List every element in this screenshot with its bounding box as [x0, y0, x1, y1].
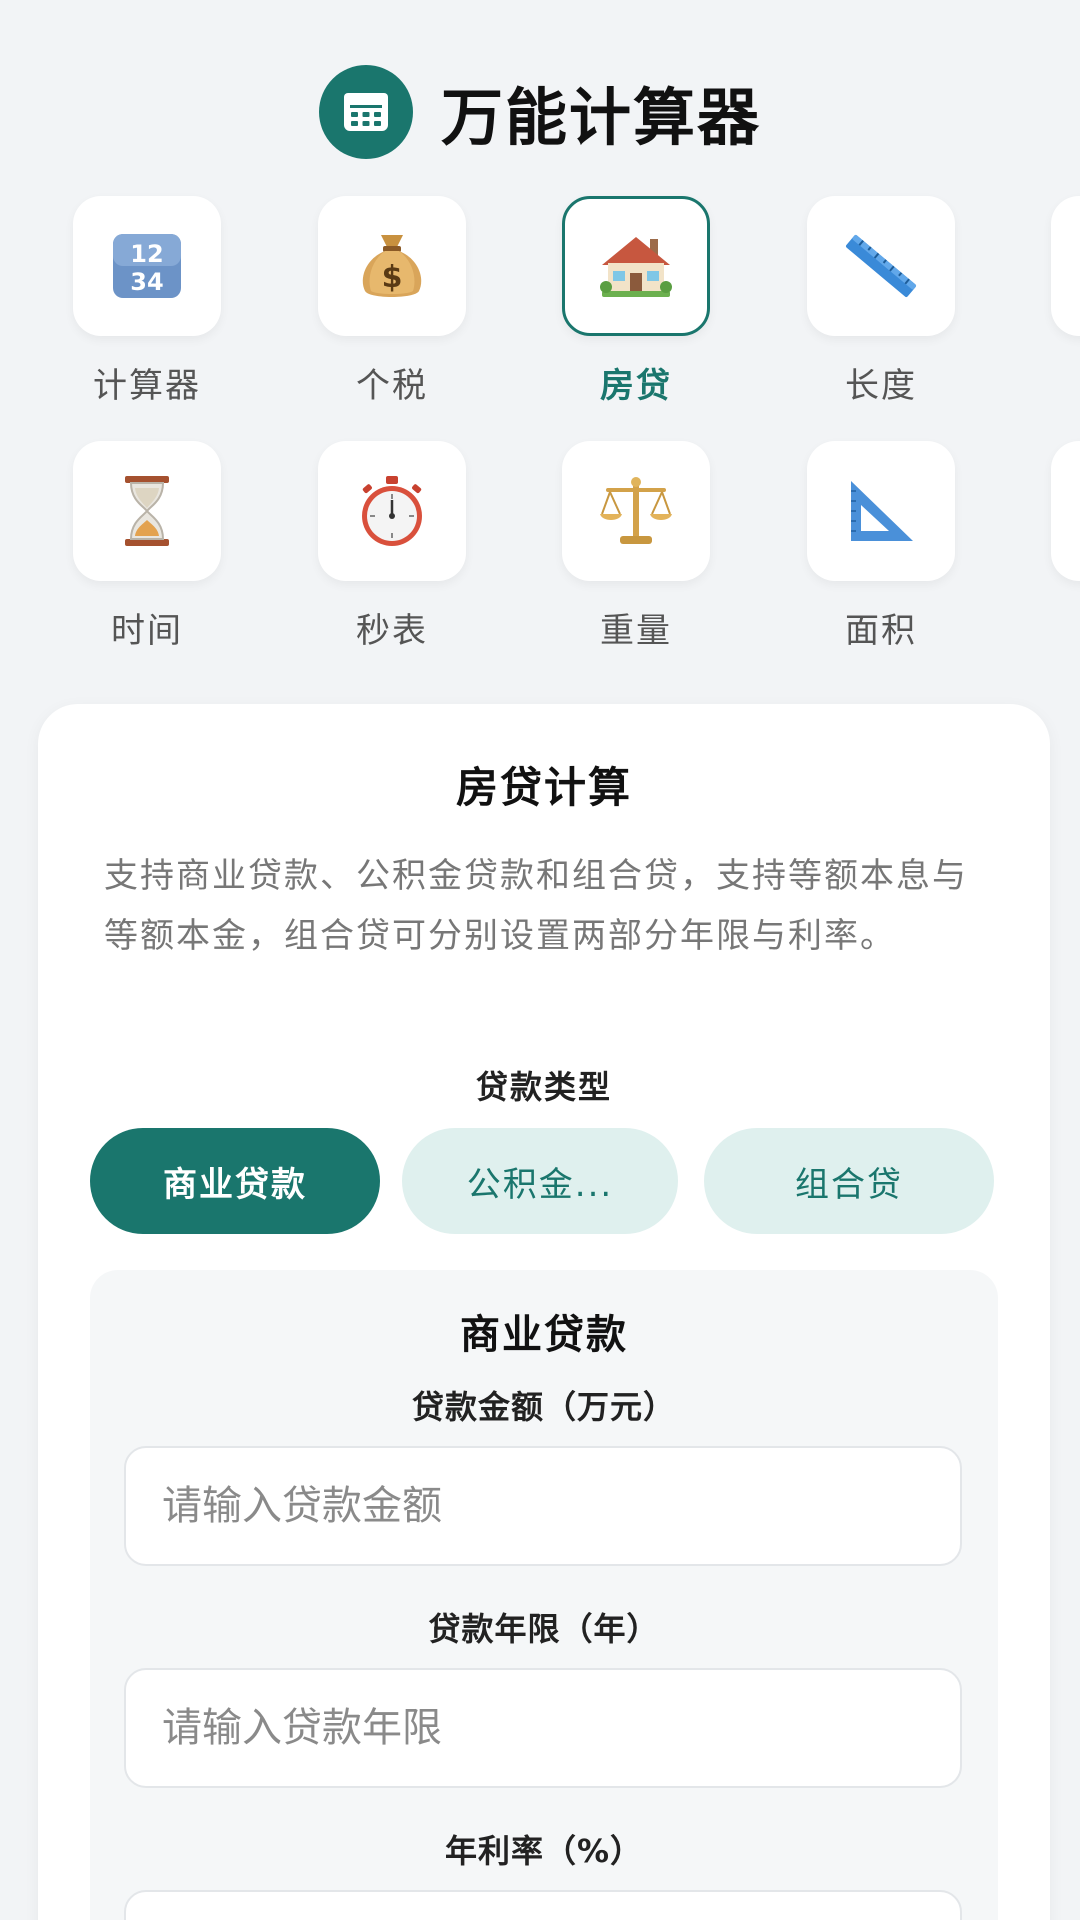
svg-text:34: 34: [130, 268, 163, 296]
svg-text:12: 12: [130, 240, 163, 268]
tool-mortgage[interactable]: 房贷: [561, 196, 711, 407]
years-label: 贷款年限（年）: [428, 1610, 660, 1648]
money-bag-icon: $: [362, 235, 422, 297]
tool-label: 面积: [845, 611, 917, 651]
loan-type-selector: 商业贷款 公积金... 组合贷: [90, 1128, 1000, 1234]
tool-more-1-box[interactable]: [1051, 196, 1080, 336]
tool-stopwatch-box[interactable]: [318, 441, 466, 581]
stopwatch-icon: [362, 476, 422, 546]
annual-rate-input[interactable]: [124, 1890, 962, 1920]
tool-mortgage-box[interactable]: [562, 196, 710, 336]
hourglass-icon: [125, 476, 169, 546]
balance-scale-icon: [600, 477, 672, 544]
commercial-loan-section: 商业贷款 贷款金额（万元） 贷款年限（年） 年利率（%）: [90, 1270, 998, 1920]
tool-area-box[interactable]: [807, 441, 955, 581]
card-description: 支持商业贷款、公积金贷款和组合贷，支持等额本息与等额本金，组合贷可分别设置两部分…: [104, 856, 968, 956]
calculator-icon: [318, 65, 413, 159]
tool-length-box[interactable]: [807, 196, 955, 336]
tool-label: 长度: [845, 366, 917, 406]
app-title: 万能计算器: [440, 81, 761, 154]
numbers-1234-icon: 12 34: [113, 234, 181, 298]
triangle-ruler-icon: [851, 481, 913, 541]
amount-label: 贷款金额（万元）: [411, 1388, 676, 1426]
tool-label: 计算器: [93, 366, 201, 406]
rate-label: 年利率（%）: [444, 1832, 644, 1870]
ruler-icon: [846, 234, 916, 298]
tool-weight[interactable]: 重量: [561, 441, 711, 652]
tool-tax[interactable]: $ 个税: [317, 196, 467, 407]
card-title: 房贷计算: [455, 763, 632, 812]
app-header: 万能计算器: [0, 64, 1080, 160]
tool-stopwatch[interactable]: 秒表: [317, 441, 467, 652]
loan-amount-input[interactable]: [124, 1446, 962, 1566]
tool-more-2-box[interactable]: [1051, 441, 1080, 581]
tool-calculator[interactable]: 12 34 计算器: [72, 196, 222, 407]
tool-length[interactable]: 长度: [806, 196, 956, 407]
tool-more-2[interactable]: [1050, 441, 1080, 581]
tool-label: 秒表: [356, 611, 428, 651]
tool-area[interactable]: 面积: [806, 441, 956, 652]
tool-weight-box[interactable]: [562, 441, 710, 581]
house-icon: [600, 237, 672, 297]
tool-label: 个税: [356, 366, 428, 406]
loan-years-input[interactable]: [124, 1668, 962, 1788]
app-page: 万能计算器 12 34 计算器 $ 个税 房贷 长度 时间 秒表 重量 面积 房…: [0, 0, 1080, 1920]
tool-time-box[interactable]: [73, 441, 221, 581]
tool-label: 时间: [111, 611, 183, 651]
svg-text:$: $: [382, 260, 403, 295]
tool-label: 重量: [600, 611, 672, 651]
loan-type-combined-button[interactable]: 组合贷: [704, 1128, 994, 1234]
tool-time[interactable]: 时间: [72, 441, 222, 652]
loan-type-commercial-button[interactable]: 商业贷款: [90, 1128, 380, 1234]
mortgage-card: 房贷计算 支持商业贷款、公积金贷款和组合贷，支持等额本息与等额本金，组合贷可分别…: [38, 704, 1050, 1920]
loan-type-label: 贷款类型: [475, 1068, 612, 1106]
section-title: 商业贷款: [460, 1312, 628, 1358]
tool-tax-box[interactable]: $: [318, 196, 466, 336]
tool-more-1[interactable]: [1050, 196, 1080, 336]
tool-label: 房贷: [600, 366, 672, 406]
loan-type-provident-button[interactable]: 公积金...: [402, 1128, 678, 1234]
tool-grid: 12 34 计算器 $ 个税 房贷 长度 时间 秒表 重量 面积: [0, 196, 1080, 656]
tool-calculator-box[interactable]: 12 34: [73, 196, 221, 336]
